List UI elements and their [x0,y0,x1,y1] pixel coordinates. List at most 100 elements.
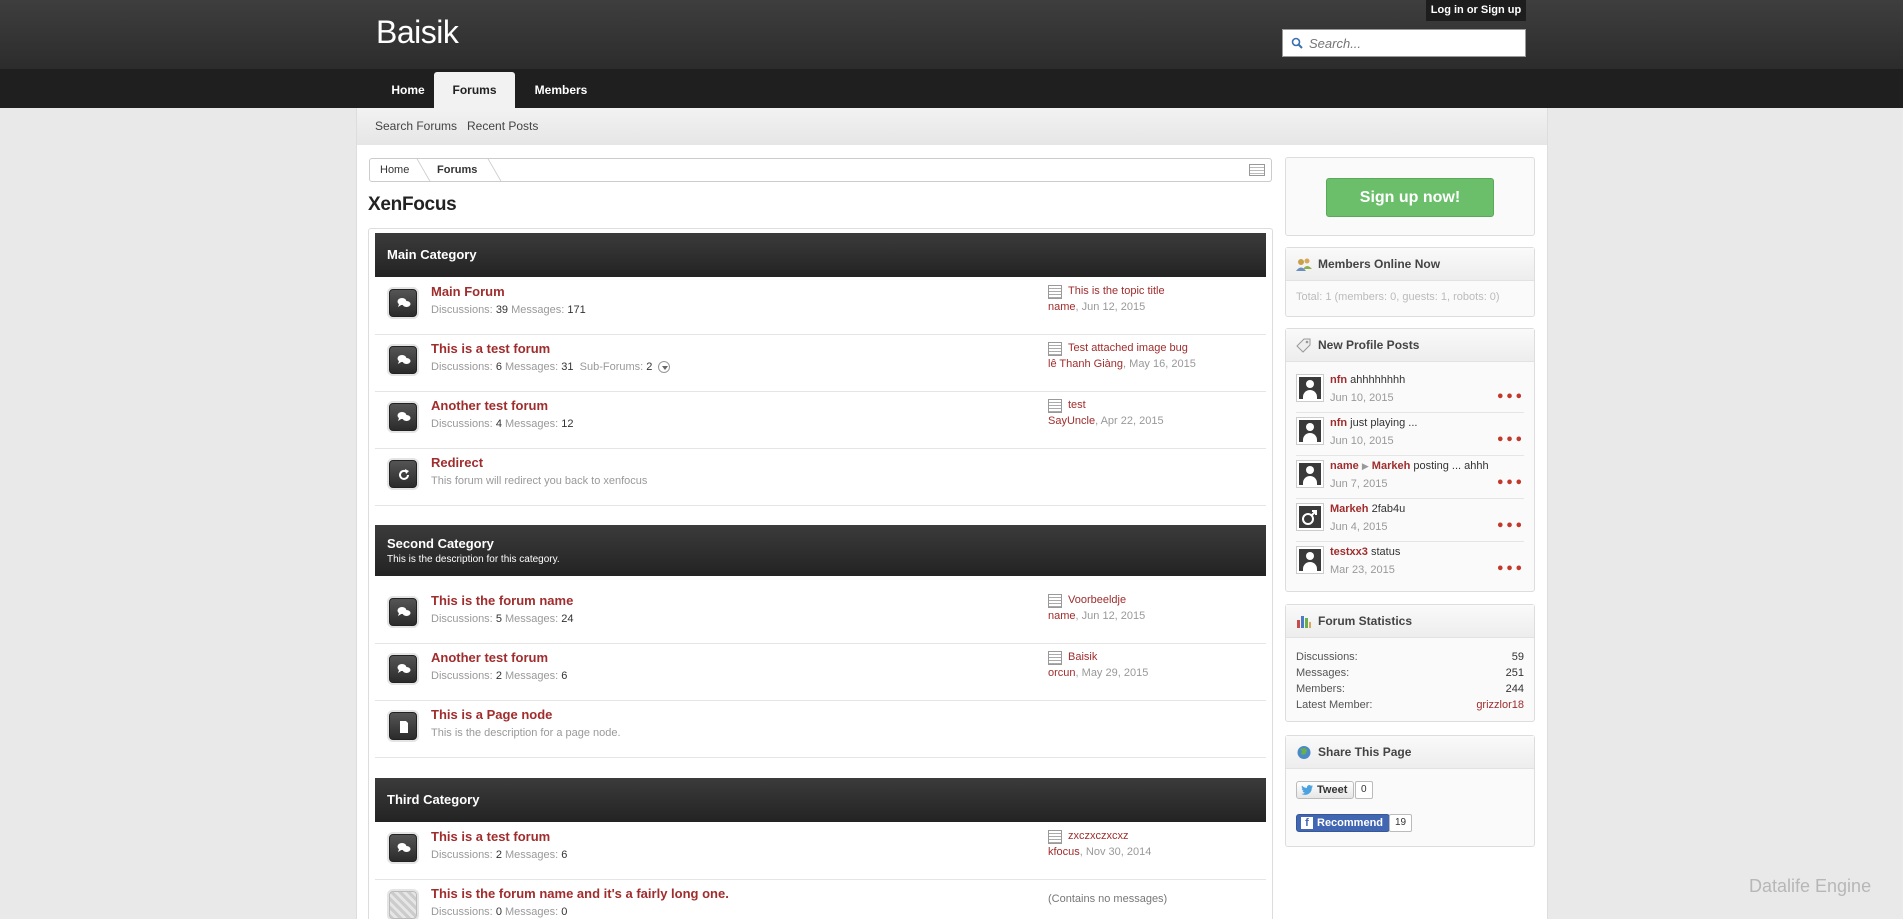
tweet-button[interactable]: Tweet [1296,781,1355,799]
forum-row: Another test forum Discussions: 2 Messag… [375,644,1266,701]
discussions-label: Discussions: [431,418,493,430]
forum-description: This forum will redirect you back to xen… [431,475,648,487]
avatar-icon[interactable] [1296,374,1324,402]
login-signup-button[interactable]: Log in or Sign up [1426,0,1526,21]
last-post-title[interactable]: zxczxczxcxz [1048,830,1151,844]
stat-row: Members: 244 [1296,683,1524,695]
last-post-user[interactable]: SayUncle [1048,415,1095,427]
subnav-recent-posts[interactable]: Recent Posts [467,119,538,133]
messages-count: 171 [567,304,586,316]
avatar-icon[interactable] [1296,546,1324,574]
forum-row: Main Forum Discussions: 39 Messages: 171… [375,278,1266,335]
search-box[interactable] [1282,29,1526,57]
site-logo[interactable]: Baisik [376,14,459,51]
chat-bubbles-icon [389,403,417,431]
forum-title[interactable]: This is the forum name [431,593,573,608]
discussions-count: 5 [495,613,502,625]
last-post-user[interactable]: orcun [1048,667,1076,679]
category-title[interactable]: Third Category [387,792,1266,807]
messages-count: 12 [561,418,574,430]
last-post-user[interactable]: kfocus [1048,846,1080,858]
recommend-button[interactable]: f Recommend [1296,814,1391,832]
messages-label: Messages: [511,304,565,316]
jump-menu-icon[interactable] [1249,164,1265,176]
more-options-icon[interactable]: ••• [1496,434,1524,447]
search-icon [1291,37,1303,49]
forum-title[interactable]: Main Forum [431,284,505,299]
last-post-date: Jun 12, 2015 [1081,301,1146,313]
forum-title[interactable]: Another test forum [431,398,548,413]
more-options-icon[interactable]: ••• [1496,477,1524,490]
stat-value: 251 [1505,667,1524,679]
signup-button[interactable]: Sign up now! [1326,178,1494,217]
post-user[interactable]: nfn [1330,374,1347,386]
discussions-count: 4 [495,418,502,430]
profile-posts-title: New Profile Posts [1318,338,1420,352]
last-post-user[interactable]: name [1048,301,1076,313]
breadcrumb-home[interactable]: Home [380,159,409,181]
post-user[interactable]: testxx3 [1330,546,1368,558]
messages-label: Messages: [505,613,559,625]
chevron-down-icon[interactable] [658,361,671,374]
discussions-label: Discussions: [431,670,493,682]
messages-count: 6 [561,849,568,861]
stat-value: 244 [1505,683,1524,695]
post-user[interactable]: Markeh [1330,503,1369,515]
profile-post-item: name ▶ Markeh posting ... ahhh Jun 7, 20… [1296,456,1524,499]
last-post-title[interactable]: This is the topic title [1048,285,1165,299]
forum-statistics-box: Forum Statistics Discussions: 59 Messages… [1285,604,1535,722]
forum-title[interactable]: This is the forum name and it's a fairly… [431,886,729,901]
search-input[interactable] [1309,35,1509,51]
profile-post-item: nfn just playing ... Jun 10, 2015 ••• [1296,413,1524,456]
twitter-bird-icon [1301,785,1313,795]
tweet-count: 0 [1355,781,1373,799]
last-post-date: Apr 22, 2015 [1100,415,1164,427]
latest-member-link[interactable]: grizzlor18 [1476,699,1524,711]
page-title: XenFocus [368,194,457,215]
male-symbol-icon[interactable] [1296,503,1324,531]
tab-members[interactable]: Members [530,72,592,108]
last-post-user[interactable]: name [1048,610,1076,622]
post-user[interactable]: name [1330,460,1359,472]
post-user[interactable]: nfn [1330,417,1347,429]
more-options-icon[interactable]: ••• [1496,563,1524,576]
category-title[interactable]: Main Category [387,247,1266,262]
forum-title[interactable]: This is a test forum [431,341,550,356]
tab-forums[interactable]: Forums [434,72,515,108]
more-options-icon[interactable]: ••• [1496,391,1524,404]
last-post-title[interactable]: Baisik [1048,651,1148,665]
bar-chart-icon [1297,616,1311,628]
post-date: Mar 23, 2015 [1330,564,1395,576]
forum-stats: Discussions: 0 Messages: 0 [431,906,567,918]
messages-count: 6 [561,670,568,682]
members-online-text: Total: 1 (members: 0, guests: 1, robots:… [1296,291,1500,303]
forum-title[interactable]: This is a Page node [431,707,552,722]
forum-description: This is the description for a page node. [431,727,621,739]
arrow-right-icon: ▶ [1361,461,1369,471]
breadcrumb-forums[interactable]: Forums [437,159,477,181]
last-post-user[interactable]: lê Thanh Giàng [1048,358,1123,370]
category-title[interactable]: Second Category [387,536,1266,551]
last-post-title[interactable]: Voorbeeldje [1048,594,1145,608]
chat-bubbles-icon [389,834,417,862]
forum-statistics-title: Forum Statistics [1318,614,1413,628]
avatar-icon[interactable] [1296,417,1324,445]
discussions-label: Discussions: [431,849,493,861]
messages-count: 31 [561,361,574,373]
messages-label: Messages: [505,670,559,682]
forum-title[interactable]: Another test forum [431,650,548,665]
forum-title[interactable]: This is a test forum [431,829,550,844]
forum-stats: Discussions: 5 Messages: 24 [431,613,574,625]
forum-title[interactable]: Redirect [431,455,483,470]
tab-home[interactable]: Home [381,72,435,108]
last-post: Voorbeeldje name, Jun 12, 2015 [1048,594,1146,622]
more-options-icon[interactable]: ••• [1496,520,1524,533]
last-post-date: May 16, 2015 [1129,358,1196,370]
recommend-label: Recommend [1317,817,1384,829]
category-header: Second Category This is the description … [375,525,1266,576]
last-post-title[interactable]: test [1048,399,1164,413]
avatar-icon[interactable] [1296,460,1324,488]
post-target-user[interactable]: Markeh [1372,460,1411,472]
subnav-search-forums[interactable]: Search Forums [375,119,457,133]
last-post-title[interactable]: Test attached image bug [1048,342,1196,356]
